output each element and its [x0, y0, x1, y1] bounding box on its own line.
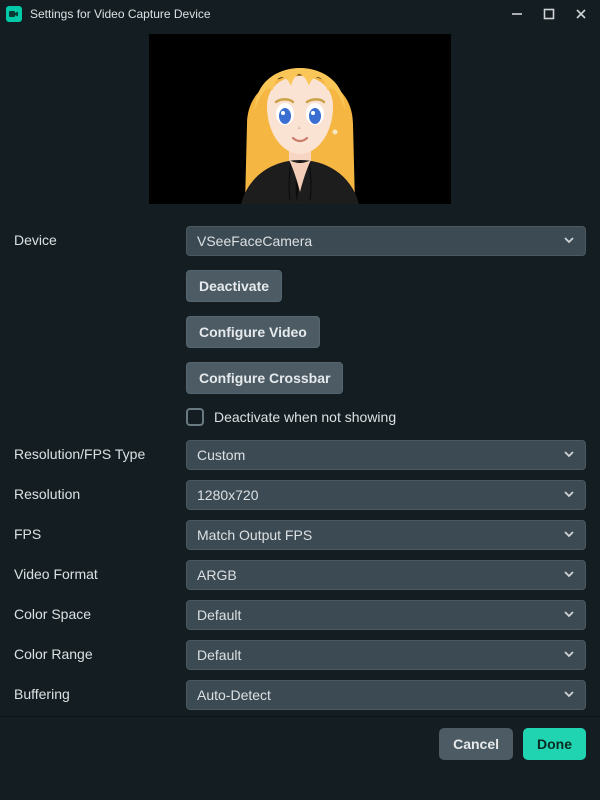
- resolution-label: Resolution: [14, 480, 186, 502]
- chevron-down-icon: [563, 567, 575, 583]
- deactivate-when-not-showing-checkbox[interactable]: [186, 408, 204, 426]
- color-space-label: Color Space: [14, 600, 186, 622]
- chevron-down-icon: [563, 527, 575, 543]
- chevron-down-icon: [563, 647, 575, 663]
- resolution-value: 1280x720: [197, 487, 259, 503]
- window-title: Settings for Video Capture Device: [30, 7, 510, 21]
- chevron-down-icon: [563, 487, 575, 503]
- video-format-select[interactable]: ARGB: [186, 560, 586, 590]
- cancel-button[interactable]: Cancel: [439, 728, 513, 760]
- settings-form[interactable]: Device VSeeFaceCamera Deactivate Configu…: [0, 218, 600, 716]
- color-range-label: Color Range: [14, 640, 186, 662]
- video-format-label: Video Format: [14, 560, 186, 582]
- video-format-value: ARGB: [197, 567, 237, 583]
- resfps-type-label: Resolution/FPS Type: [14, 440, 186, 462]
- resfps-type-value: Custom: [197, 447, 245, 463]
- color-range-select[interactable]: Default: [186, 640, 586, 670]
- device-value: VSeeFaceCamera: [197, 233, 312, 249]
- buffering-value: Auto-Detect: [197, 687, 271, 703]
- window-minimize-icon[interactable]: [510, 7, 524, 21]
- chevron-down-icon: [563, 607, 575, 623]
- titlebar: Settings for Video Capture Device: [0, 0, 600, 28]
- color-space-value: Default: [197, 607, 241, 623]
- device-select[interactable]: VSeeFaceCamera: [186, 226, 586, 256]
- color-range-value: Default: [197, 647, 241, 663]
- buffering-select[interactable]: Auto-Detect: [186, 680, 586, 710]
- chevron-down-icon: [563, 447, 575, 463]
- color-space-select[interactable]: Default: [186, 600, 586, 630]
- app-icon: [6, 6, 22, 22]
- fps-select[interactable]: Match Output FPS: [186, 520, 586, 550]
- deactivate-when-not-showing-label: Deactivate when not showing: [214, 409, 396, 425]
- dialog-footer: Cancel Done: [0, 716, 600, 770]
- device-label: Device: [14, 226, 186, 248]
- deactivate-button[interactable]: Deactivate: [186, 270, 282, 302]
- video-preview: [149, 34, 451, 204]
- resolution-select[interactable]: 1280x720: [186, 480, 586, 510]
- buffering-label: Buffering: [14, 680, 186, 702]
- configure-video-button[interactable]: Configure Video: [186, 316, 320, 348]
- chevron-down-icon: [563, 687, 575, 703]
- configure-crossbar-button[interactable]: Configure Crossbar: [186, 362, 343, 394]
- window-close-icon[interactable]: [574, 7, 588, 21]
- resfps-type-select[interactable]: Custom: [186, 440, 586, 470]
- fps-value: Match Output FPS: [197, 527, 312, 543]
- window-maximize-icon[interactable]: [542, 7, 556, 21]
- done-button[interactable]: Done: [523, 728, 586, 760]
- fps-label: FPS: [14, 520, 186, 542]
- preview-area: [0, 28, 600, 218]
- chevron-down-icon: [563, 233, 575, 249]
